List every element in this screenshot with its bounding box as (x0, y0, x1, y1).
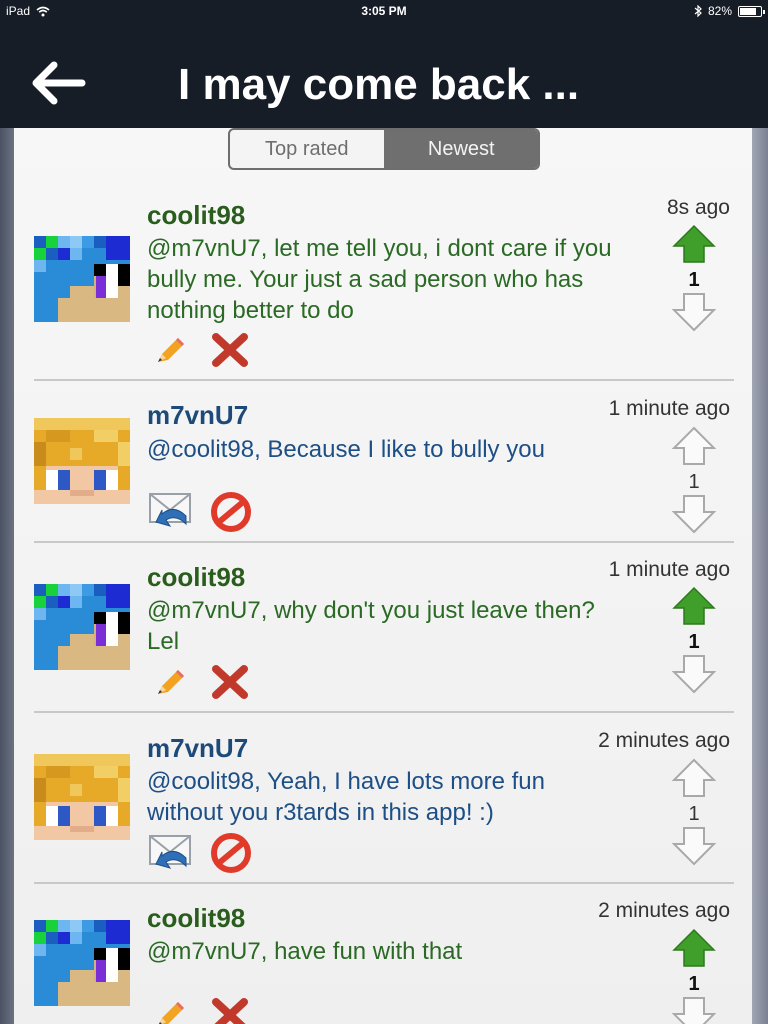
avatar[interactable] (34, 236, 130, 322)
vote-control: 1 (668, 224, 720, 337)
divider (34, 541, 734, 543)
divider (34, 379, 734, 381)
arrow-up-icon[interactable] (672, 426, 716, 466)
comment-timestamp: 2 minutes ago (598, 729, 730, 752)
back-button[interactable] (28, 60, 86, 106)
vote-count: 1 (688, 803, 700, 825)
comment-author[interactable]: m7vnU7 (147, 733, 248, 764)
clock: 3:05 PM (361, 4, 407, 18)
prohibited-icon[interactable] (210, 833, 252, 873)
vote-count: 1 (688, 631, 700, 653)
vote-count: 1 (688, 269, 700, 291)
divider (34, 882, 734, 884)
pencil-icon[interactable] (154, 1000, 188, 1024)
bluetooth-icon (694, 5, 702, 17)
arrow-up-icon[interactable] (672, 928, 716, 968)
comment-timestamp: 8s ago (666, 196, 730, 219)
battery-percent: 82% (707, 4, 732, 18)
comment-author[interactable]: coolit98 (147, 562, 245, 593)
divider (34, 711, 734, 713)
arrow-down-icon[interactable] (672, 826, 716, 866)
vote-count: 1 (688, 471, 700, 493)
pencil-icon[interactable] (154, 668, 188, 698)
comment-timestamp: 2 minutes ago (598, 899, 730, 922)
vote-control: 1 (668, 928, 720, 1024)
arrow-up-icon[interactable] (672, 224, 716, 264)
comment-author[interactable]: coolit98 (147, 903, 245, 934)
arrow-down-icon[interactable] (672, 292, 716, 332)
vote-control: 1 (668, 758, 720, 871)
vote-control: 1 (668, 426, 720, 539)
tab-top-rated[interactable]: Top rated (230, 130, 384, 168)
comment-timestamp: 1 minute ago (608, 397, 730, 420)
avatar[interactable] (34, 418, 130, 504)
prohibited-icon[interactable] (210, 492, 252, 532)
sort-segmented-control: Top rated Newest (228, 128, 540, 170)
pencil-icon[interactable] (154, 336, 188, 366)
comment-text: @coolit98, Because I like to bully you (147, 436, 545, 463)
avatar[interactable] (34, 754, 130, 840)
comment-author[interactable]: m7vnU7 (147, 400, 248, 431)
comment-text: @m7vnU7, let me tell you, i dont care if… (147, 235, 612, 324)
comment-author[interactable]: coolit98 (147, 200, 245, 231)
reply-mail-icon[interactable] (148, 832, 192, 872)
arrow-down-icon[interactable] (672, 494, 716, 534)
comment-text: @m7vnU7, have fun with that (147, 938, 463, 965)
arrow-up-icon[interactable] (672, 758, 716, 798)
comment-text: @coolit98, Yeah, I have lots more fun wi… (147, 768, 545, 826)
arrow-left-icon (32, 61, 86, 105)
background-right (752, 128, 768, 1024)
vote-control: 1 (668, 586, 720, 699)
comment-text: @m7vnU7, why don't you just leave then? … (147, 597, 595, 655)
arrow-down-icon[interactable] (672, 654, 716, 694)
vote-count: 1 (688, 973, 700, 995)
battery-icon (738, 5, 765, 17)
reply-mail-icon[interactable] (148, 490, 192, 530)
arrow-down-icon[interactable] (672, 996, 716, 1024)
tab-newest[interactable]: Newest (383, 130, 538, 168)
x-icon[interactable] (212, 665, 248, 699)
avatar[interactable] (34, 920, 130, 1006)
background-left (0, 128, 14, 1024)
nav-bar: I may come back ... (0, 22, 768, 128)
status-bar: iPad 3:05 PM 82% (0, 0, 768, 22)
x-icon[interactable] (212, 333, 248, 367)
comment-timestamp: 1 minute ago (608, 558, 730, 581)
avatar[interactable] (34, 584, 130, 670)
page-title: I may come back ... (178, 60, 580, 109)
arrow-up-icon[interactable] (672, 586, 716, 626)
x-icon[interactable] (212, 998, 248, 1024)
